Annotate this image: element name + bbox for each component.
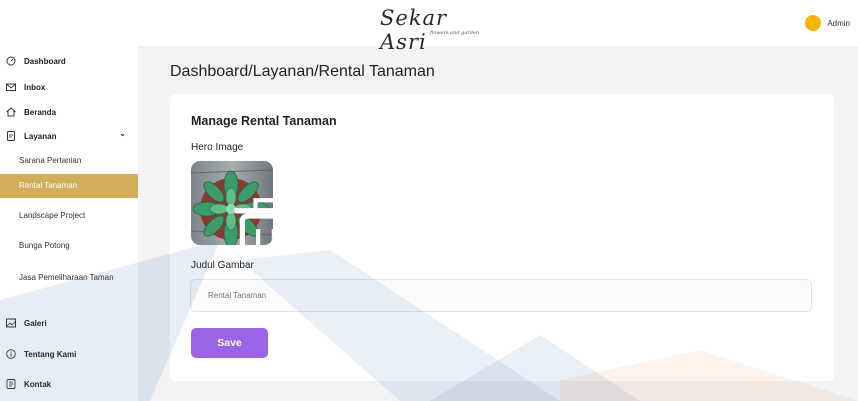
sidebar-item-beranda[interactable]: Beranda: [0, 105, 138, 119]
home-icon: [6, 107, 16, 117]
sidebar-item-tentang-kami[interactable]: Tentang Kami: [0, 347, 138, 361]
sidebar-item-inbox[interactable]: Inbox: [0, 80, 138, 94]
user-name: Admin: [827, 18, 850, 28]
brand-logo[interactable]: Sekar Asri flowers and garden: [380, 4, 490, 54]
sidebar-item-kontak[interactable]: Kontak: [0, 377, 138, 391]
info-icon: [6, 349, 16, 359]
hero-image[interactable]: [191, 161, 273, 245]
sidebar-item-label: Tentang Kami: [24, 349, 77, 359]
sidebar-item-label: Inbox: [24, 82, 46, 92]
manage-card: Manage Rental Tanaman Hero Image Judul G…: [170, 94, 834, 381]
sidebar-subitem-bunga-potong[interactable]: Bunga Potong: [0, 240, 138, 254]
breadcrumb: Dashboard/Layanan/Rental Tanaman: [170, 63, 435, 80]
save-button[interactable]: Save: [191, 328, 268, 358]
sidebar-item-label: Layanan: [24, 131, 57, 141]
document-icon: [6, 131, 16, 141]
sidebar-subitem-jasa-pemeliharaan-taman[interactable]: Jasa Pemeliharaan Taman: [0, 272, 115, 298]
sidebar-item-layanan[interactable]: Layanan ⌄: [0, 129, 138, 143]
sidebar-subitem-rental-tanaman[interactable]: Rental Tanaman: [0, 174, 138, 198]
image-icon: [6, 318, 16, 328]
sidebar: Dashboard Inbox Beranda Layanan ⌄ Sarana…: [0, 46, 138, 401]
sidebar-item-dashboard[interactable]: Dashboard: [0, 54, 138, 68]
logo-tagline: flowers and garden: [430, 30, 480, 36]
card-title: Manage Rental Tanaman: [191, 114, 337, 128]
judul-gambar-label: Judul Gambar: [191, 260, 254, 271]
sidebar-item-label: Dashboard: [24, 56, 66, 66]
judul-gambar-input[interactable]: [190, 279, 812, 312]
sidebar-item-galeri[interactable]: Galeri: [0, 316, 138, 330]
user-menu[interactable]: Admin: [805, 14, 850, 32]
sidebar-item-label: Galeri: [24, 318, 47, 328]
sidebar-subitem-sarana-pertanian[interactable]: Sarana Pertanian: [0, 155, 138, 169]
mail-icon: [6, 82, 16, 92]
avatar[interactable]: [805, 15, 822, 31]
trash-icon[interactable]: [225, 195, 273, 245]
sidebar-subitem-landscape-project[interactable]: Landscape Project: [0, 210, 138, 224]
chevron-down-icon[interactable]: ⌄: [119, 129, 126, 138]
contact-icon: [6, 379, 16, 389]
top-header: Sekar Asri flowers and garden Admin: [0, 0, 858, 54]
sidebar-item-label: Beranda: [24, 107, 57, 117]
sidebar-item-label: Kontak: [24, 379, 52, 389]
hero-image-label: Hero Image: [191, 142, 244, 153]
dashboard-icon: [6, 56, 16, 66]
